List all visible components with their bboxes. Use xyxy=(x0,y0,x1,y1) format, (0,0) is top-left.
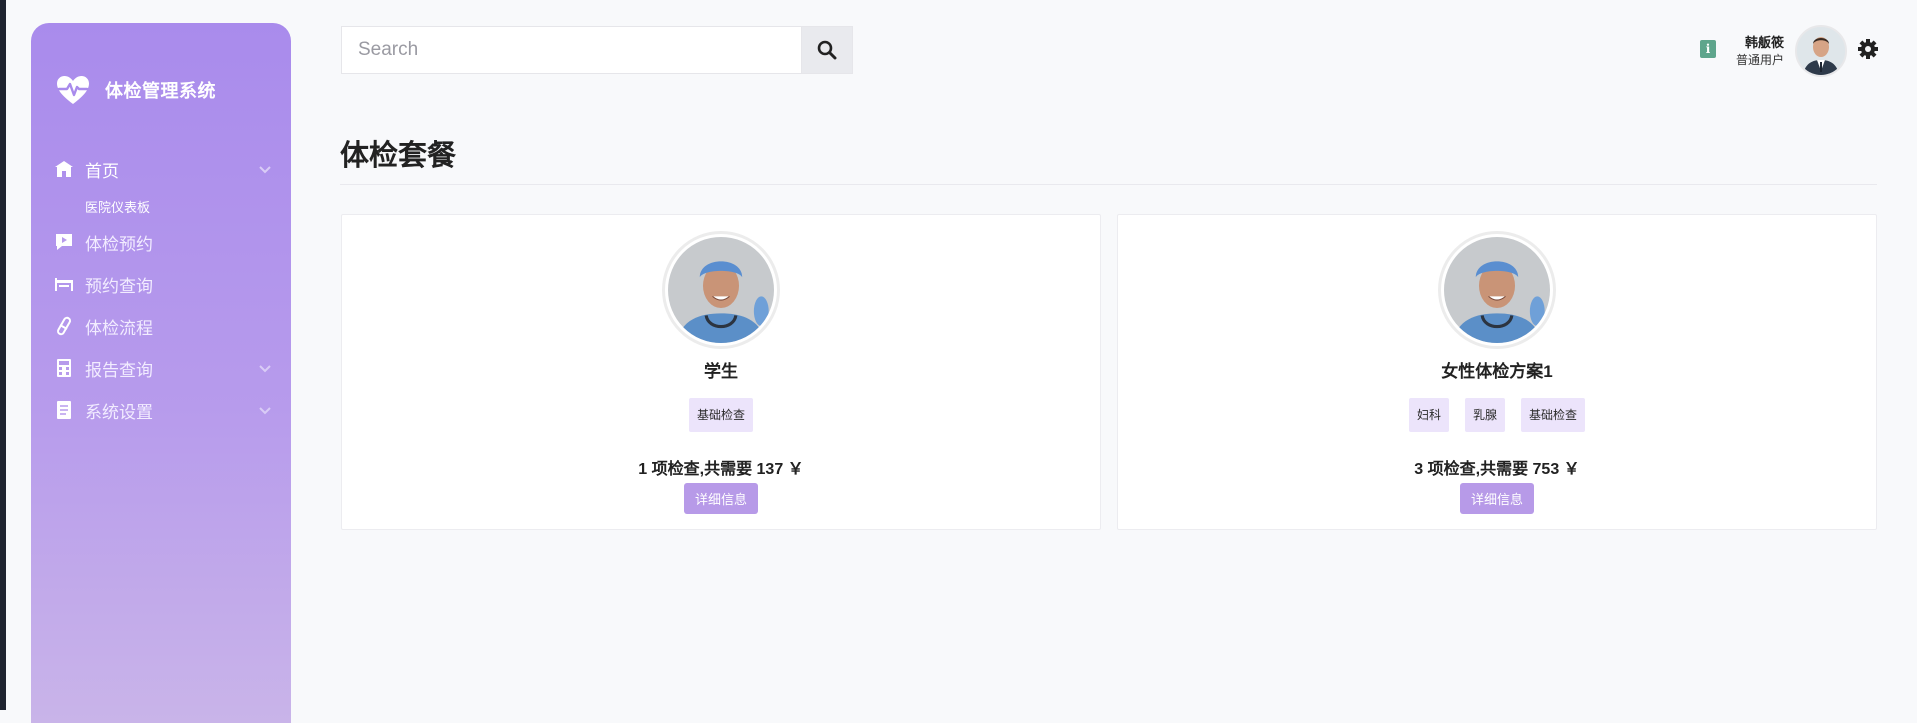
tag-list: 妇科 乳腺 基础检查 xyxy=(1118,398,1876,432)
sidebar-item-label: 体检预约 xyxy=(85,234,153,254)
pill-icon xyxy=(53,315,75,337)
package-summary: 1 项检查,共需要 137 ￥ xyxy=(638,461,804,478)
heartbeat-icon xyxy=(57,76,89,104)
search-icon xyxy=(817,40,837,60)
document-icon xyxy=(53,399,75,421)
chevron-down-icon[interactable] xyxy=(257,161,273,177)
package-card: 女性体检方案1 妇科 乳腺 基础检查 3 项检查,共需要 753 ￥ 详细信息 xyxy=(1117,214,1877,530)
sidebar-item-exam-booking[interactable]: 体检预约 xyxy=(53,227,273,257)
tag-list: 基础检查 xyxy=(342,398,1100,432)
window-edge xyxy=(0,0,6,710)
sidebar-item-report-query[interactable]: 报告查询 xyxy=(53,353,273,383)
search-bar xyxy=(341,26,853,74)
search-button[interactable] xyxy=(801,26,853,74)
exam-tag: 妇科 xyxy=(1408,398,1449,432)
search-input[interactable] xyxy=(341,26,801,74)
sidebar-item-booking-query[interactable]: 预约查询 xyxy=(53,269,273,299)
sidebar-item-label: 系统设置 xyxy=(85,402,153,422)
brand[interactable]: 体检管理系统 xyxy=(55,74,216,106)
user-avatar[interactable] xyxy=(1795,25,1847,77)
sidebar-item-label: 体检流程 xyxy=(85,318,153,338)
user-role: 普通用户 xyxy=(1735,53,1784,67)
details-button[interactable]: 详细信息 xyxy=(684,483,758,514)
sidebar-item-system-settings[interactable]: 系统设置 xyxy=(53,395,273,425)
doctor-avatar xyxy=(1438,231,1556,349)
package-name: 学生 xyxy=(704,362,738,381)
user-name: 韩舨筱 xyxy=(1744,35,1784,50)
home-icon xyxy=(53,158,75,180)
sidebar-subitem-hospital-dashboard[interactable]: 医院仪表板 xyxy=(85,197,150,216)
exam-tag: 基础检查 xyxy=(1521,398,1586,432)
bed-icon xyxy=(53,273,75,295)
divider xyxy=(340,184,1877,185)
sidebar: 体检管理系统 首页 医院仪表板 体检预约 预约查询 体检流程 报告查询 系统设置 xyxy=(31,23,291,723)
details-button[interactable]: 详细信息 xyxy=(1460,483,1534,514)
calculator-icon xyxy=(53,357,75,379)
exam-tag: 基础检查 xyxy=(688,398,753,432)
doctor-avatar xyxy=(662,231,780,349)
package-name: 女性体检方案1 xyxy=(1441,362,1553,381)
page-title: 体检套餐 xyxy=(340,140,457,172)
package-summary: 3 项检查,共需要 753 ￥ xyxy=(1414,461,1580,478)
sidebar-item-label: 报告查询 xyxy=(85,360,153,380)
gear-icon[interactable] xyxy=(1857,38,1879,60)
sidebar-item-label: 预约查询 xyxy=(85,276,153,296)
sidebar-item-label: 首页 xyxy=(85,161,119,181)
chevron-down-icon[interactable] xyxy=(257,360,273,376)
sidebar-item-exam-process[interactable]: 体检流程 xyxy=(53,311,273,341)
package-card: 学生 基础检查 1 项检查,共需要 137 ￥ 详细信息 xyxy=(341,214,1101,530)
sidebar-item-home[interactable]: 首页 xyxy=(53,154,273,184)
chevron-down-icon[interactable] xyxy=(257,402,273,418)
brand-title: 体检管理系统 xyxy=(105,81,216,101)
exam-tag: 乳腺 xyxy=(1464,398,1505,432)
video-chat-icon xyxy=(53,231,75,253)
